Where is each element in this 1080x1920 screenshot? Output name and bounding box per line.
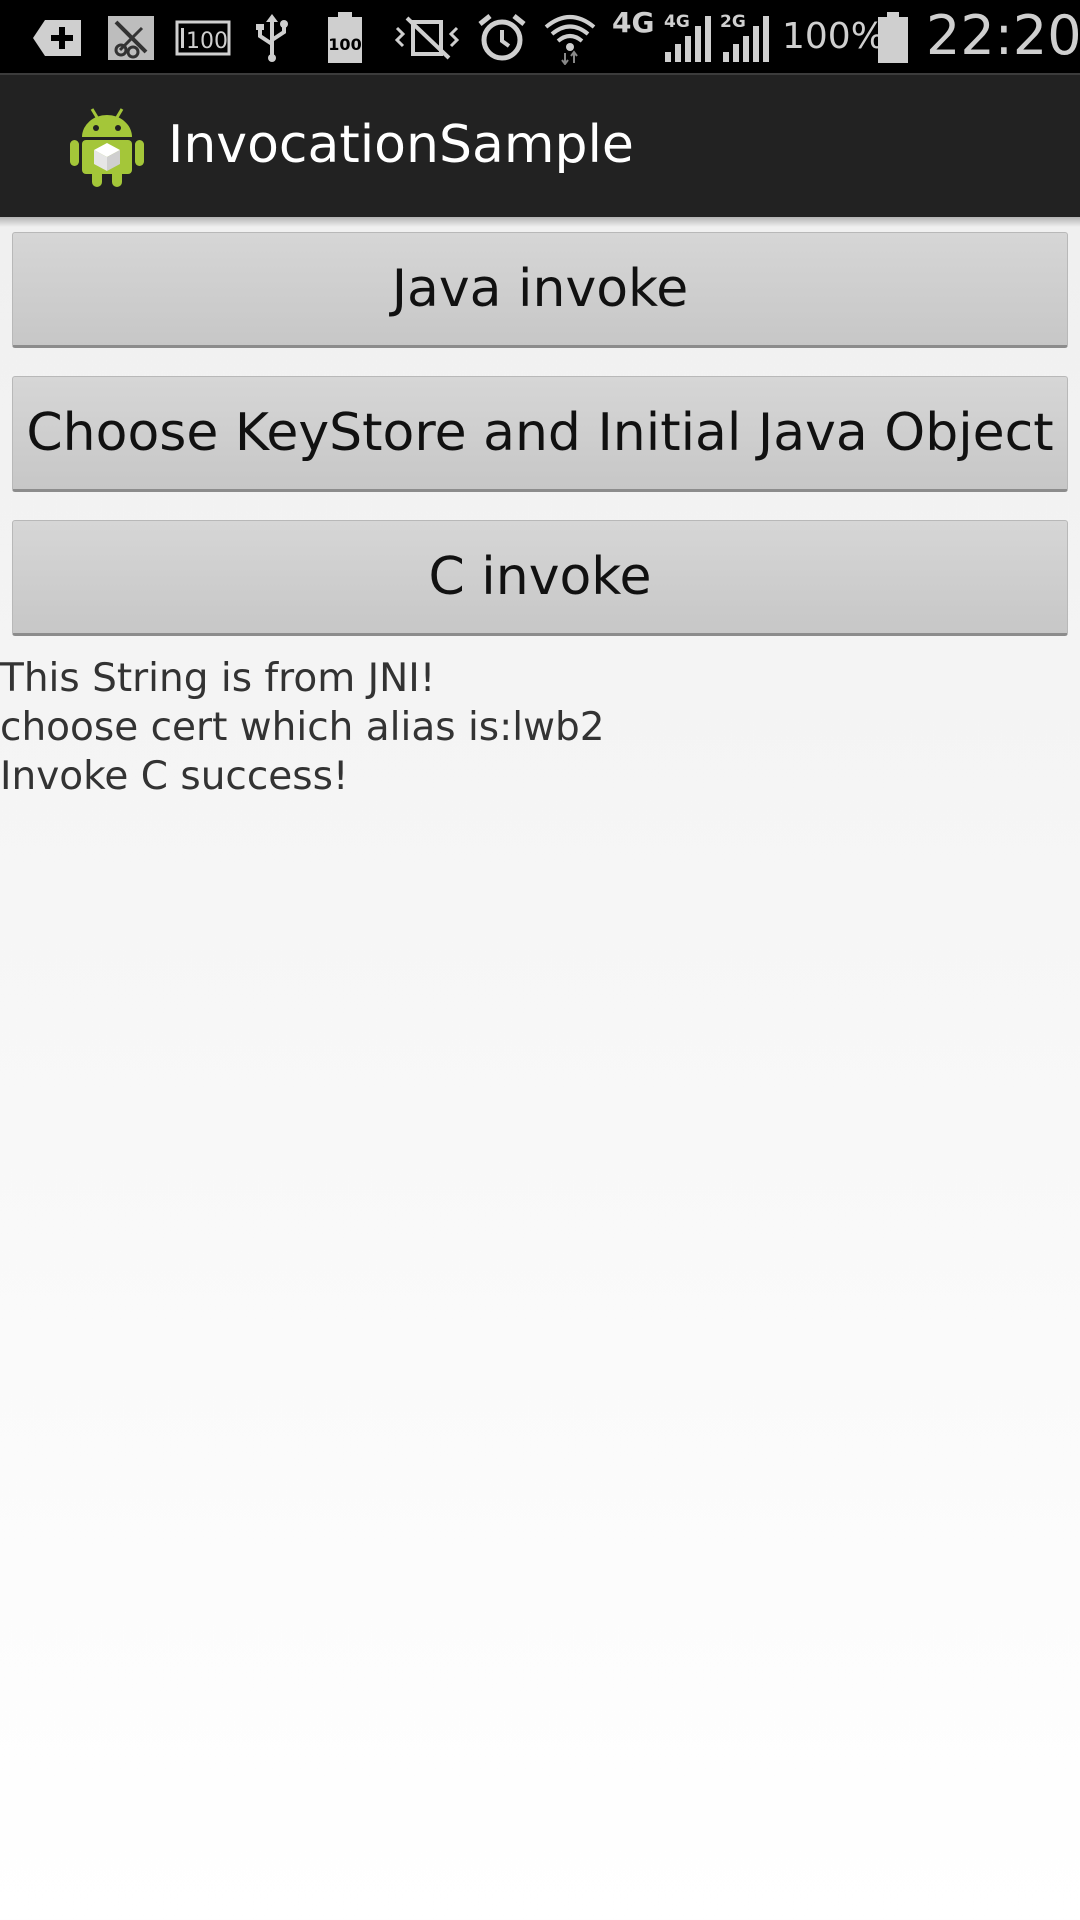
battery-notice-label: 100 <box>328 35 361 54</box>
battery-percent: 100% <box>782 16 885 57</box>
status-bar: 100 100 4G 4G 2G 100% 22:20 <box>0 0 1080 75</box>
action-bar: InvocationSample <box>0 75 1080 217</box>
vibrate-mute-icon <box>392 12 462 64</box>
java-invoke-button[interactable]: Java invoke <box>12 232 1068 348</box>
sim2-network-label: 2G <box>720 12 746 32</box>
network-type-label: 4G <box>612 6 655 39</box>
storage-label: 100 <box>186 29 228 54</box>
wifi-icon <box>542 12 598 65</box>
output-line-c-success: Invoke C success! <box>0 754 349 799</box>
battery-icon <box>874 12 912 64</box>
storage-100-icon: 100 <box>174 12 232 64</box>
screenshot-icon <box>104 12 158 64</box>
status-time: 22:20 <box>926 4 1080 67</box>
output-line-cert-alias: choose cert which alias is:lwb2 <box>0 705 605 750</box>
usb-icon <box>252 12 292 64</box>
action-bar-shadow <box>0 217 1080 227</box>
add-notification-icon <box>28 12 88 64</box>
c-invoke-button[interactable]: C invoke <box>12 520 1068 636</box>
android-robot-icon <box>68 105 146 189</box>
alarm-clock-icon <box>474 12 530 64</box>
app-title: InvocationSample <box>168 115 634 175</box>
output-line-jni: This String is from JNI! <box>0 656 436 701</box>
choose-keystore-button[interactable]: Choose KeyStore and Initial Java Object <box>12 376 1068 492</box>
battery-100-notice-icon: 100 <box>324 12 366 64</box>
output-text: This String is from JNI! choose cert whi… <box>0 654 1080 801</box>
sim1-network-label: 4G <box>664 12 690 32</box>
